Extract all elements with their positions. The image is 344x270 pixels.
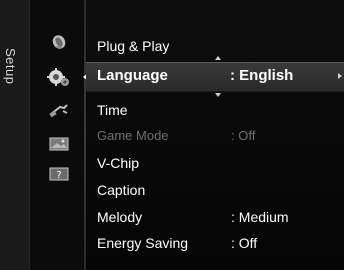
- menu-item-label: Time: [97, 102, 128, 118]
- menu-item-time[interactable]: Time: [97, 100, 344, 120]
- menu-item-label: Melody: [97, 209, 143, 225]
- menu-item-value: : Medium: [231, 209, 289, 225]
- menu-divider: [84, 0, 86, 270]
- menu-item-label: Plug & Play: [97, 38, 170, 54]
- setup-icon[interactable]: [46, 66, 72, 88]
- menu-item-melody[interactable]: Melody : Medium: [97, 207, 344, 227]
- scroll-up-arrow-icon: [215, 56, 221, 60]
- tv-osd-menu: Setup ? Plug & Play Language: English T…: [0, 0, 344, 270]
- menu-item-v-chip[interactable]: V-Chip: [97, 153, 344, 173]
- svg-text:?: ?: [56, 170, 61, 181]
- menu-item-label: Language: [97, 67, 168, 84]
- menu-item-value: : Off: [231, 235, 258, 251]
- menu-item-game-mode: Game Mode : Off: [97, 126, 344, 146]
- menu-item-value: : English: [230, 67, 294, 84]
- menu-item-language[interactable]: Language : English: [97, 66, 344, 86]
- application-icon[interactable]: [48, 136, 70, 152]
- menu-item-label: Game Mode: [97, 128, 169, 143]
- menu-item-plug-and-play[interactable]: Plug & Play: [97, 36, 344, 56]
- menu-item-energy-saving[interactable]: Energy Saving : Off: [97, 233, 344, 253]
- menu-item-caption[interactable]: Caption: [97, 180, 344, 200]
- input-icon[interactable]: [48, 102, 70, 118]
- picture-icon[interactable]: [48, 34, 70, 50]
- menu-item-value: : Off: [231, 128, 256, 143]
- scroll-down-arrow-icon: [215, 93, 221, 97]
- menu-item-label: Energy Saving: [97, 235, 189, 251]
- menu-item-label: Caption: [97, 182, 146, 198]
- setup-tab-label: Setup: [3, 48, 18, 85]
- support-icon[interactable]: ?: [48, 166, 70, 182]
- menu-item-label: V-Chip: [97, 155, 140, 171]
- setup-tab: Setup: [0, 0, 30, 270]
